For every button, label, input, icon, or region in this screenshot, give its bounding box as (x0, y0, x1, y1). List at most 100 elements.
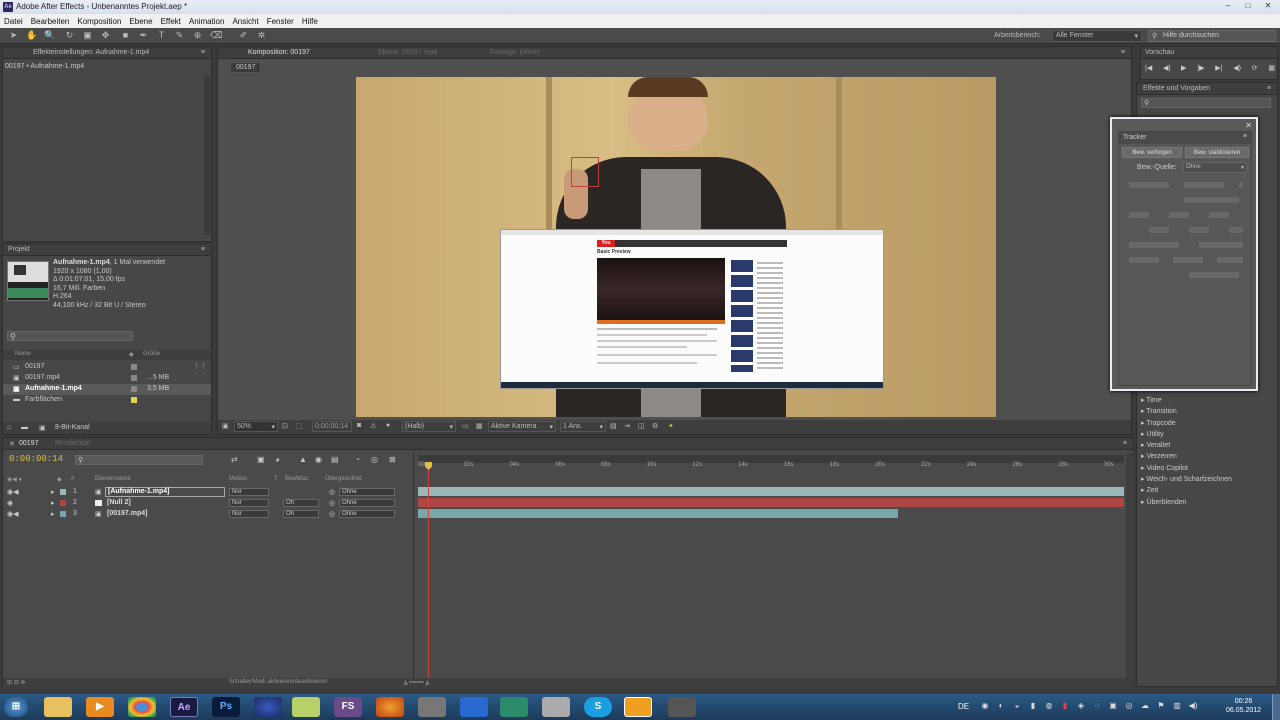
screen-capture-layer[interactable]: You Basic Preview (500, 229, 884, 389)
scrollbar[interactable] (204, 75, 210, 235)
tray-icon[interactable]: ▣ (1108, 701, 1118, 711)
composition-viewer[interactable]: You Basic Preview (356, 77, 996, 417)
layer-name[interactable]: [00197.mp4] (107, 510, 147, 517)
track-motion-button[interactable]: Bew. verfolgen (1122, 147, 1182, 158)
snapshot-icon[interactable]: ◙ (357, 422, 361, 429)
terminal-icon[interactable] (500, 697, 528, 717)
timeline-current-time[interactable]: 0:00:00:14 (9, 454, 63, 464)
preview-tab[interactable]: Vorschau (1145, 49, 1174, 56)
maximize-button[interactable]: □ (1240, 1, 1256, 12)
fast-preview-icon[interactable]: ⇥ (624, 422, 630, 430)
label-color-swatch[interactable] (60, 489, 66, 495)
eraser-tool-icon[interactable]: ⌫ (210, 30, 223, 41)
selection-tool-icon[interactable]: ➤ (8, 30, 19, 41)
parent-pick-whip-icon[interactable]: ◎ (329, 510, 335, 518)
new-composition-icon[interactable]: ▣ (39, 424, 46, 432)
tray-icon[interactable]: ◒ (1012, 701, 1022, 711)
views-select[interactable]: 1 Ans. ▾ (560, 421, 606, 432)
blender-icon[interactable] (624, 697, 652, 717)
menu-hilfe[interactable]: Hilfe (302, 17, 318, 26)
misc-icon[interactable] (668, 697, 696, 717)
tray-icon[interactable]: ◈ (1076, 701, 1086, 711)
av-features-icon[interactable]: ◉◀ ● (7, 476, 22, 483)
panel-menu-icon[interactable]: ≡ (1121, 49, 1125, 56)
label-column-icon[interactable]: ◆ (129, 351, 134, 358)
list-item[interactable]: ▬ Farbflächen (3, 395, 211, 406)
layer-bar-2[interactable] (418, 498, 1124, 507)
zoom-select[interactable]: 50% ▾ (234, 421, 278, 432)
next-frame-button[interactable]: |▶ (1197, 64, 1204, 72)
clock[interactable]: 00:26 06.05.2012 (1226, 697, 1261, 715)
show-snapshot-icon[interactable]: ⚠ (370, 422, 376, 430)
hand-tool-icon[interactable]: ✋ (26, 30, 37, 41)
menu-datei[interactable]: Datei (4, 17, 23, 26)
timeline-graph-area[interactable]: 00s 02s 04s 06s 08s 10s 12s 14s 16s 18s 20s 22s 24s 2… (413, 453, 1134, 686)
list-item[interactable]: ▭ 00197 ⋮⋮ (3, 362, 211, 373)
current-time-indicator[interactable] (428, 463, 429, 683)
roto-brush-tool-icon[interactable]: ✐ (238, 30, 249, 41)
zoom-tool-icon[interactable]: 🔍 (44, 30, 55, 41)
layer-bar-1[interactable] (418, 487, 1124, 496)
motion-blur-icon[interactable]: ◉ (315, 455, 322, 464)
tray-icon[interactable]: ◉ (980, 701, 990, 711)
tray-icon[interactable]: ▮ (1028, 701, 1038, 711)
app-icon[interactable] (460, 697, 488, 717)
previous-frame-button[interactable]: ◀| (1163, 64, 1170, 72)
puppet-tool-icon[interactable]: ✲ (256, 30, 267, 41)
tracker-tab[interactable]: Tracker (1123, 134, 1146, 141)
flowchart-icon[interactable]: ⚙ (652, 422, 658, 430)
bit-depth-label[interactable]: 8-Bit-Kanal (55, 424, 90, 431)
pan-behind-tool-icon[interactable]: ✥ (100, 30, 111, 41)
list-item-selected[interactable]: ▣ Aufnahme-1.mp4 3,5 MB (3, 384, 211, 395)
mode-select[interactable]: Nor (229, 510, 269, 518)
safe-margins-icon[interactable]: ⬚ (296, 422, 303, 430)
rectangle-tool-icon[interactable]: ■ (120, 30, 131, 41)
rotate-tool-icon[interactable]: ↻ (64, 30, 75, 41)
network-icon[interactable]: ▥ (1172, 701, 1182, 711)
play-button[interactable]: ▶ (1181, 64, 1186, 72)
skype-icon[interactable]: S (584, 697, 612, 717)
column-header-mode[interactable]: Modus (229, 476, 247, 482)
mute-audio-button[interactable]: ◀) (1233, 64, 1241, 72)
effects-category[interactable]: ▸ Weich- und Scharfzeichnen (1141, 474, 1232, 485)
label-color-swatch[interactable] (60, 500, 66, 506)
exposure-icon[interactable]: ✦ (668, 422, 674, 430)
effects-category[interactable]: ▸ Transition (1141, 406, 1232, 417)
effect-controls-tab[interactable]: Effekteinstellungen: Aufnahme-1.mp4 (33, 49, 149, 56)
time-ruler[interactable]: 00s 02s 04s 06s 08s 10s 12s 14s 16s 18s 20s 22s 24s 2… (414, 462, 1134, 472)
clone-tool-icon[interactable]: ⊕ (192, 30, 203, 41)
composition-subtab[interactable]: 00197 (230, 62, 262, 73)
graph-icon[interactable]: ⊠ (389, 455, 396, 464)
loop-button[interactable]: ⟳ (1252, 64, 1258, 72)
first-frame-button[interactable]: |◀ (1145, 64, 1152, 72)
graph-editor-icon[interactable]: ◔ (355, 455, 360, 464)
parent-pick-whip-icon[interactable]: ◎ (329, 488, 335, 496)
scrollbar[interactable] (1126, 453, 1134, 686)
expand-arrow-icon[interactable]: ▸ (51, 488, 55, 496)
effects-presets-tab[interactable]: Effekte und Vorgaben (1143, 85, 1210, 92)
always-preview-icon[interactable]: ▣ (222, 422, 229, 430)
render-queue-tab[interactable]: Renderliste (55, 440, 90, 447)
menu-ansicht[interactable]: Ansicht (232, 17, 258, 26)
stabilize-motion-button[interactable]: Bew. stabilisieren (1185, 147, 1249, 158)
footage-tab[interactable]: Footage: (ohne) (490, 49, 540, 56)
menu-ebene[interactable]: Ebene (129, 17, 152, 26)
menu-animation[interactable]: Animation (189, 17, 225, 26)
timeline-tab[interactable]: 00197 (19, 440, 38, 447)
brush-tool-icon[interactable]: ✎ (174, 30, 185, 41)
start-icon[interactable]: ⊞ (4, 697, 28, 717)
mode-select[interactable]: Nor (229, 488, 269, 496)
project-search-input[interactable]: ⚲ (7, 331, 133, 341)
tray-icon[interactable]: ◐ (996, 701, 1006, 711)
effects-search-input[interactable]: ⚲ (1141, 98, 1271, 108)
firefox-icon[interactable] (254, 697, 282, 717)
effects-category[interactable]: ▸ Veraltet (1141, 440, 1232, 451)
project-tab[interactable]: Projekt (8, 246, 30, 253)
layer-bar-3[interactable] (418, 509, 898, 518)
track-matte-select[interactable]: Oh (283, 510, 319, 518)
toggle-switches-modes-label[interactable]: Schalter/Modi aktivieren/deaktivieren (229, 679, 327, 685)
last-frame-button[interactable]: ▶| (1215, 64, 1222, 72)
pen-tool-icon[interactable]: ✒ (138, 30, 149, 41)
tool-icon[interactable] (542, 697, 570, 717)
track-point-box[interactable] (571, 157, 599, 187)
